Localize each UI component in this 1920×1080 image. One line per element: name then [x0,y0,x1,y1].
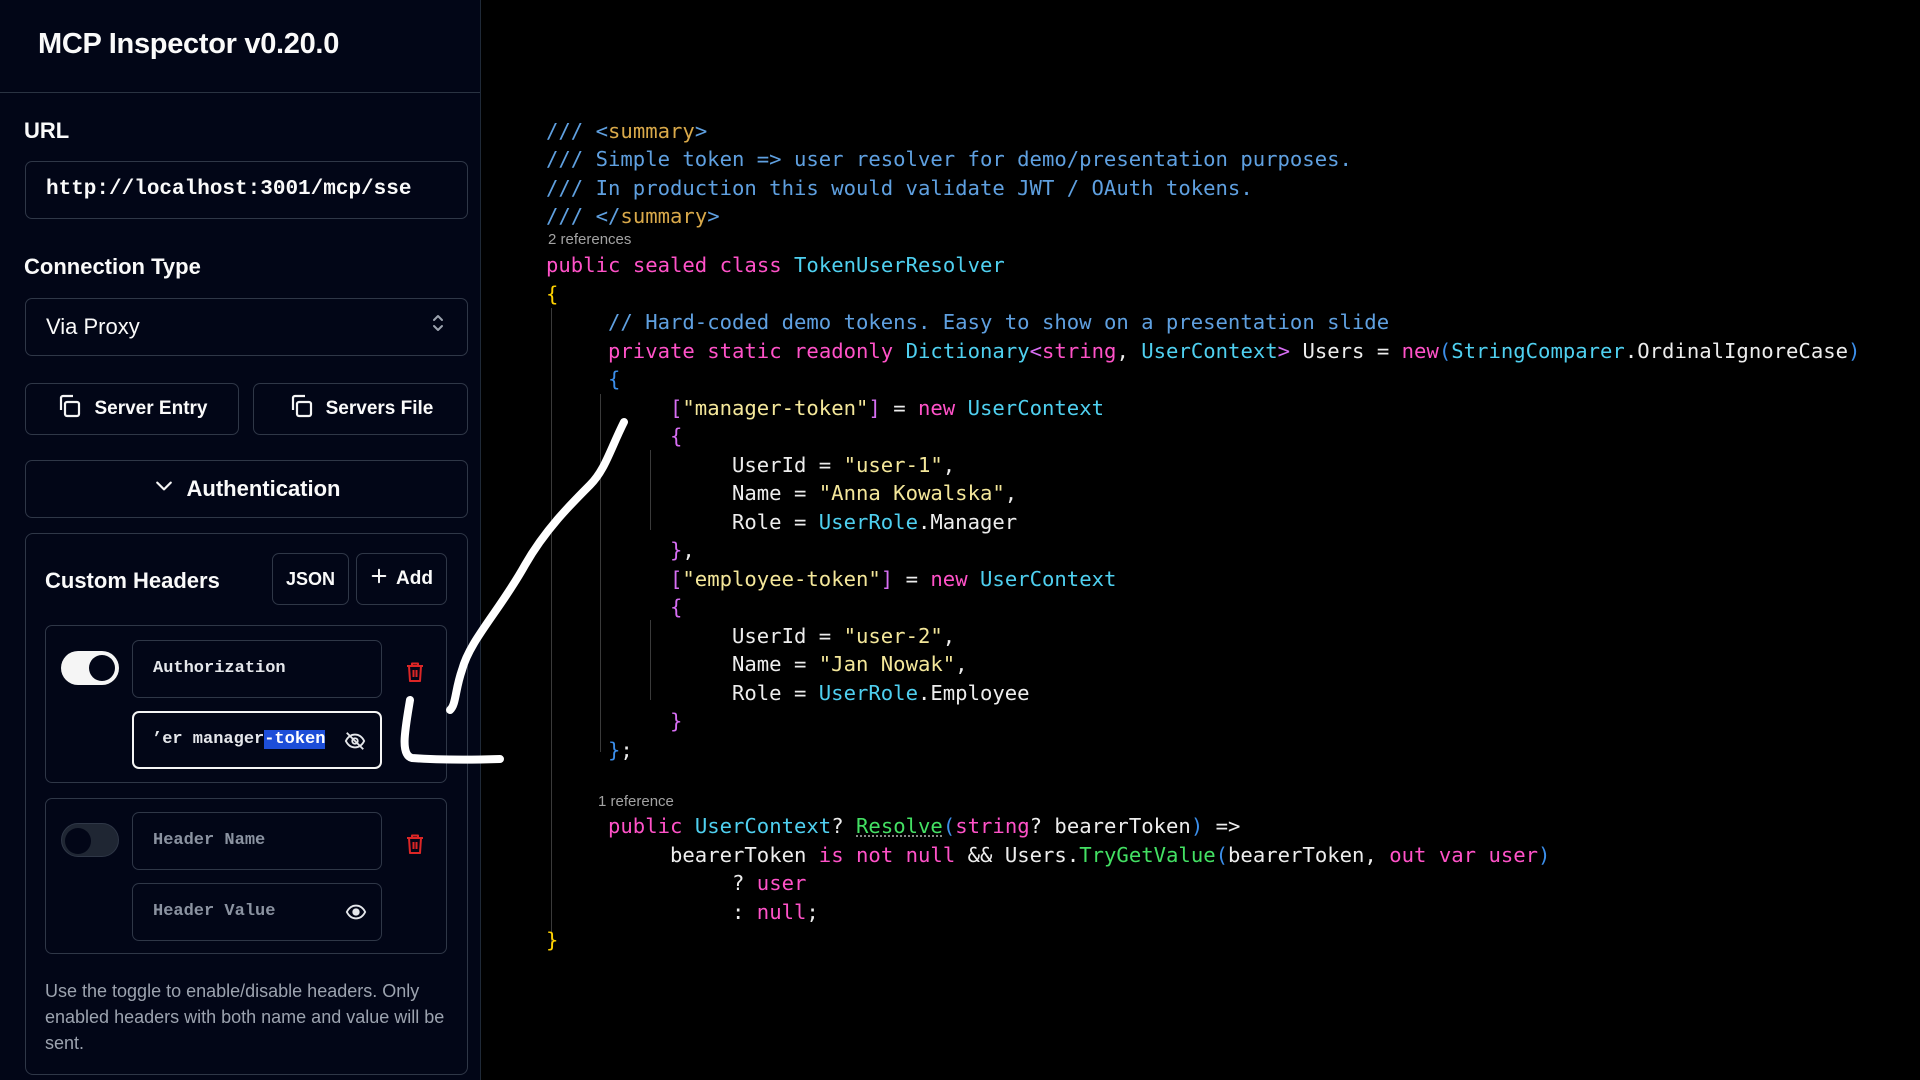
hand-drawn-annotation [400,418,628,764]
